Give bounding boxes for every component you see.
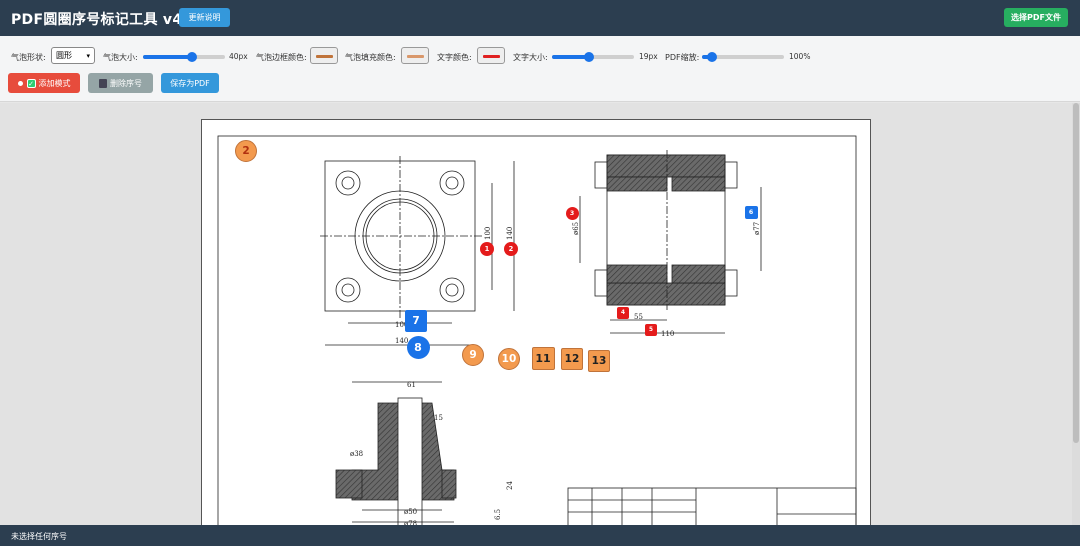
size-value: 40px: [229, 52, 248, 61]
update-notes-button[interactable]: 更新说明: [179, 8, 230, 27]
border-color-label: 气泡边框颜色:: [256, 53, 307, 62]
dim-label: ø77: [753, 222, 761, 235]
engineering-drawing: 100 140 100 140 ø65 ø77 55 110 61 15 ø38…: [217, 135, 857, 530]
text-color-picker[interactable]: [477, 47, 505, 64]
text-color-label: 文字颜色:: [437, 53, 472, 62]
fill-color-picker[interactable]: [401, 47, 429, 64]
zoom-slider-handle[interactable]: [706, 52, 717, 62]
dim-label: 24: [506, 481, 514, 490]
add-mode-button[interactable]: ✓ 添加模式: [8, 73, 80, 93]
number-bubble[interactable]: 9: [462, 344, 484, 366]
number-bubble[interactable]: 2: [235, 140, 257, 162]
border-color-picker[interactable]: [310, 47, 338, 64]
dim-label: ø38: [350, 450, 363, 458]
shape-select-value: 圆形: [56, 51, 72, 60]
number-bubble[interactable]: 2: [504, 242, 518, 256]
checkbox-icon: ✓: [26, 78, 36, 88]
fill-color-swatch: [407, 55, 424, 58]
pdf-page[interactable]: 100 140 100 140 ø65 ø77 55 110 61 15 ø38…: [201, 119, 871, 530]
zoom-value: 100%: [789, 52, 811, 61]
select-pdf-button[interactable]: 选择PDF文件: [1004, 8, 1068, 27]
add-mode-label: 添加模式: [38, 78, 71, 88]
font-size-value: 19px: [639, 52, 658, 61]
number-bubble[interactable]: 10: [498, 348, 520, 370]
app-title: PDF圆圈序号标记工具 v4: [11, 12, 183, 28]
dim-label: 15: [434, 414, 443, 422]
status-text: 未选择任何序号: [11, 532, 67, 541]
border-color-swatch: [316, 55, 333, 58]
dim-label: ø50: [404, 508, 417, 516]
number-bubble[interactable]: 13: [588, 350, 610, 372]
status-bar: [0, 525, 1080, 546]
dim-label: 140: [506, 227, 514, 240]
font-size-label: 文字大小:: [513, 53, 548, 62]
number-bubble[interactable]: 4: [617, 307, 629, 319]
number-bubble[interactable]: 12: [561, 348, 583, 370]
scrollbar-thumb[interactable]: [1073, 103, 1079, 443]
chevron-down-icon: ▾: [86, 52, 90, 60]
font-size-slider[interactable]: [552, 52, 634, 62]
number-bubble[interactable]: 11: [531, 346, 555, 370]
number-bubble[interactable]: 7: [405, 310, 427, 332]
dim-label: 55: [634, 313, 643, 321]
font-size-slider-handle[interactable]: [583, 52, 594, 62]
zoom-label: PDF缩放:: [665, 53, 700, 62]
size-slider[interactable]: [143, 52, 225, 62]
record-dot-icon: [17, 80, 23, 86]
trash-icon: [99, 78, 107, 88]
fill-color-label: 气泡填充颜色:: [345, 53, 396, 62]
vertical-scrollbar[interactable]: [1072, 103, 1080, 525]
shape-label: 气泡形状:: [11, 53, 46, 62]
delete-number-button[interactable]: 删除序号: [88, 73, 153, 93]
shape-select[interactable]: 圆形 ▾: [51, 47, 95, 64]
size-label: 气泡大小:: [103, 53, 138, 62]
number-bubble[interactable]: 1: [480, 242, 494, 256]
number-bubble[interactable]: 8: [406, 335, 430, 359]
dim-label: 6.5: [494, 509, 502, 520]
size-slider-fill: [143, 55, 193, 59]
number-bubble[interactable]: 5: [645, 324, 657, 336]
dim-label: 61: [407, 381, 416, 389]
text-color-swatch: [483, 55, 500, 58]
delete-number-label: 删除序号: [110, 78, 142, 88]
save-pdf-button[interactable]: 保存为PDF: [161, 73, 219, 93]
dim-label: ø65: [572, 222, 580, 235]
zoom-slider[interactable]: [702, 52, 784, 62]
dim-label: 100: [484, 227, 492, 240]
number-bubble[interactable]: 3: [565, 206, 579, 220]
number-bubble[interactable]: 6: [744, 205, 758, 219]
dim-label: 110: [661, 330, 674, 338]
